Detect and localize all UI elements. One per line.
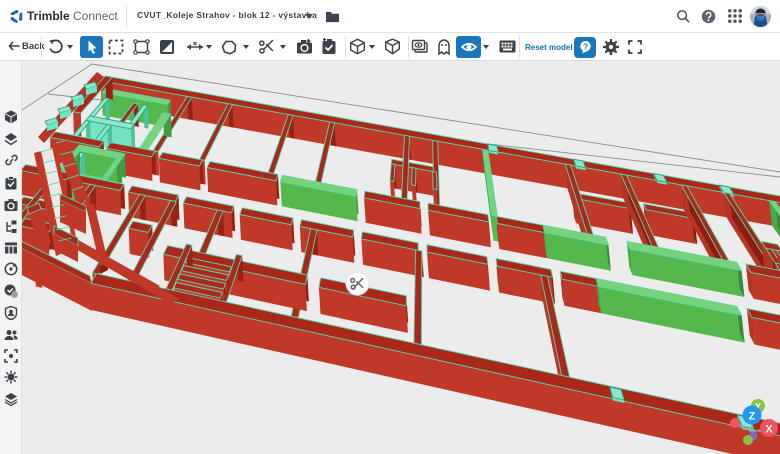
svg-text:Z: Z bbox=[749, 411, 756, 423]
svg-text:X: X bbox=[765, 424, 773, 436]
svg-text:?: ? bbox=[583, 41, 588, 51]
